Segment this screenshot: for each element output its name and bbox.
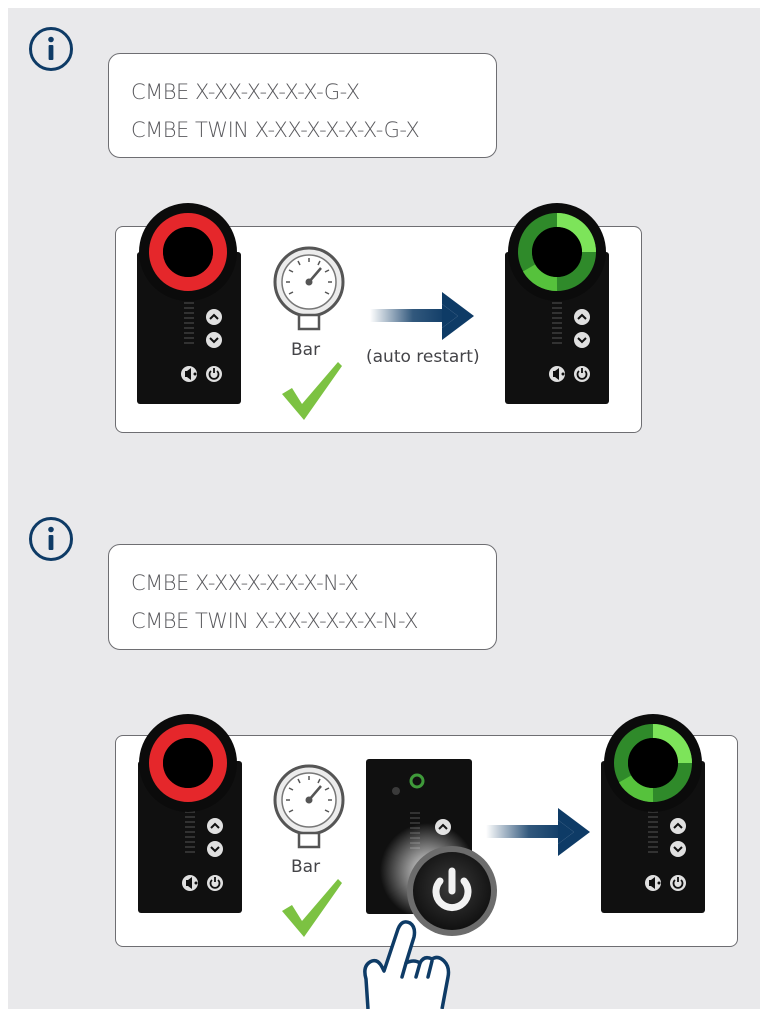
- check-icon: [282, 879, 342, 937]
- pump-fault-indicator: [136, 203, 242, 405]
- pump-fault-indicator: [137, 714, 243, 914]
- info-icon: [29, 517, 73, 561]
- arrow-right-icon: [486, 808, 590, 856]
- info-icon: [29, 27, 73, 71]
- auto-restart-label: (auto restart): [366, 347, 480, 367]
- model-code-line: CMBE TWIN X-XX-X-X-X-X-N-X: [131, 609, 418, 633]
- pressure-gauge-icon: [273, 246, 345, 331]
- model-code-line: CMBE X-XX-X-X-X-X-N-X: [131, 571, 359, 595]
- model-code-line: CMBE TWIN X-XX-X-X-X-X-G-X: [131, 118, 420, 142]
- check-icon: [282, 362, 342, 420]
- pressure-gauge-icon: [273, 764, 345, 849]
- gauge-unit-label: Bar: [291, 857, 321, 877]
- gauge-unit-label: Bar: [291, 340, 321, 360]
- pump-ok-indicator: [504, 203, 610, 405]
- model-code-box: CMBE X-XX-X-X-X-X-N-X CMBE TWIN X-XX-X-X…: [108, 544, 497, 650]
- arrow-right-icon: [370, 292, 474, 340]
- pump-ok-indicator: [600, 714, 706, 914]
- model-code-box: CMBE X-XX-X-X-X-X-G-X CMBE TWIN X-XX-X-X…: [108, 53, 497, 158]
- hand-pointer-icon: [363, 920, 451, 1009]
- model-code-line: CMBE X-XX-X-X-X-X-G-X: [131, 80, 360, 104]
